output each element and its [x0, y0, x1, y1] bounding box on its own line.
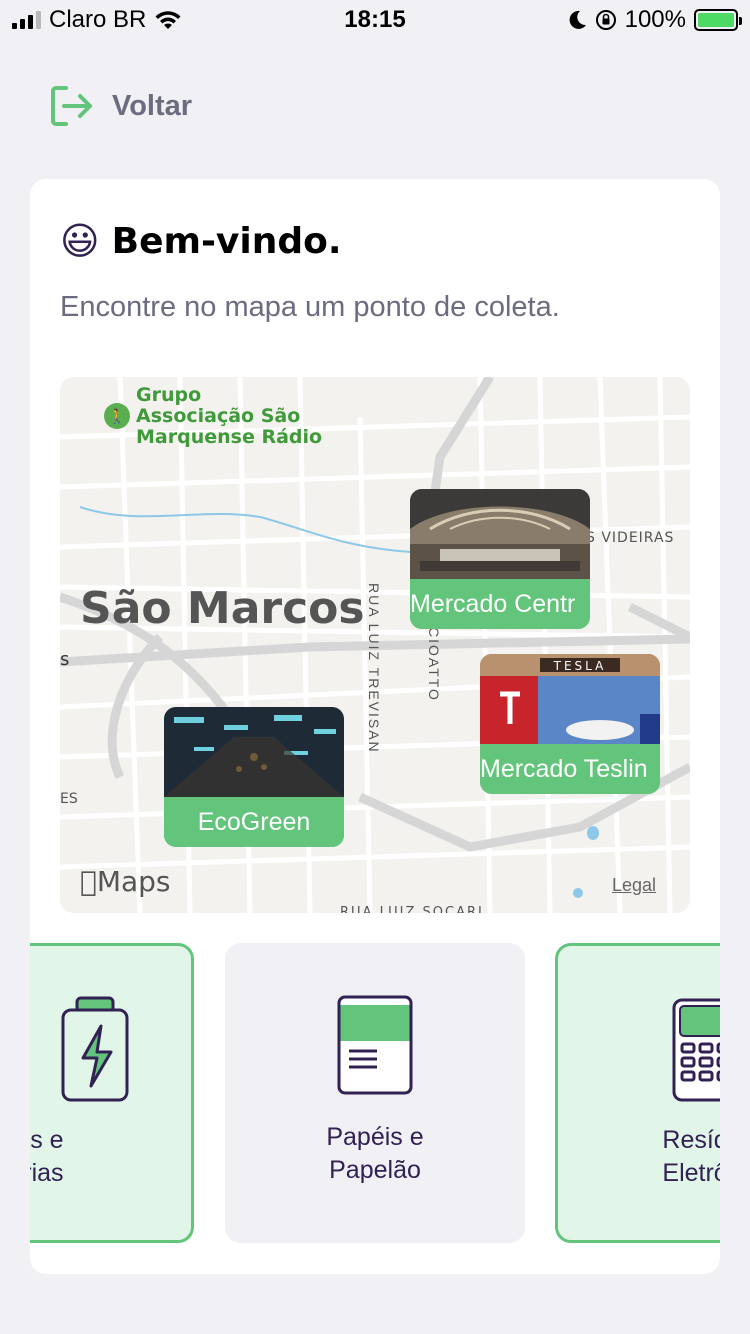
items-carousel[interactable]: has e terias Papéis e Papelão — [30, 943, 720, 1243]
battery-percent: 100% — [624, 6, 686, 33]
moon-icon — [569, 10, 586, 29]
back-button[interactable]: Voltar — [50, 84, 192, 128]
status-right: 100% — [567, 6, 742, 34]
svg-text:TESLA: TESLA — [553, 659, 607, 673]
smiley-emoji-icon: 😃 — [60, 221, 100, 263]
street-label-bottom: RUA LUIZ SOCARI — [340, 905, 484, 913]
map[interactable]: 🚶 Grupo Associação São Marquense Rádio S… — [60, 377, 690, 913]
marker-photo-tesla-store: TESLA — [480, 654, 660, 744]
city-label: São Marcos — [80, 583, 365, 634]
logout-arrow-icon — [51, 86, 92, 126]
street-label-es: ES — [60, 791, 78, 807]
item-title: Resídu Eletrôn — [662, 1126, 720, 1187]
electronics-icon — [672, 998, 720, 1102]
welcome-subtitle: Encontre no mapa um ponto de coleta. — [60, 291, 560, 323]
rotation-lock-icon — [595, 10, 616, 30]
marker-photo-night-market — [164, 707, 344, 797]
item-pilhas-baterias[interactable]: has e terias — [30, 943, 194, 1243]
battery-icon — [61, 996, 129, 1102]
street-label-ciatto: CIOATTO — [426, 627, 442, 702]
marker-label: Mercado Centr — [410, 579, 590, 629]
item-residuos-eletronicos[interactable]: Resídu Eletrôn — [555, 943, 720, 1243]
legal-link[interactable]: Legal — [612, 875, 656, 896]
marker-label: EcoGreen — [164, 797, 344, 847]
item-title: Papéis e Papelão — [326, 1123, 424, 1184]
marker-label: Mercado Teslin — [480, 744, 660, 794]
welcome-title: Bem-vindo. — [111, 221, 342, 262]
battery-icon — [694, 9, 742, 31]
map-marker-mercado-teslin[interactable]: TESLA Mercado Teslin — [480, 654, 660, 794]
poi-walking-icon: 🚶 — [104, 403, 130, 429]
poi-label: Grupo Associação São Marquense Rádio — [136, 384, 323, 448]
welcome-header: 😃 Bem-vindo. — [60, 219, 342, 264]
street-label-videiras: S VIDEIRAS — [586, 530, 675, 546]
back-label: Voltar — [112, 89, 193, 122]
item-papeis-papelao[interactable]: Papéis e Papelão — [225, 943, 525, 1243]
map-marker-ecogreen[interactable]: EcoGreen — [164, 707, 344, 847]
street-label-s: s — [60, 649, 70, 670]
status-bar: Claro BR 18:15 100% — [0, 0, 750, 40]
paper-icon — [337, 995, 413, 1095]
marker-photo-market-hall — [410, 489, 590, 579]
main-card: 😃 Bem-vindo. Encontre no mapa um ponto d… — [30, 179, 720, 1274]
apple-logo-icon:  — [80, 865, 97, 898]
apple-maps-logo: Maps — [80, 865, 171, 898]
map-marker-mercado-central[interactable]: Mercado Centr — [410, 489, 590, 629]
item-title: has e terias — [30, 1126, 64, 1187]
street-label-luiz-trevisan: RUA LUIZ TREVISAN — [366, 583, 382, 754]
